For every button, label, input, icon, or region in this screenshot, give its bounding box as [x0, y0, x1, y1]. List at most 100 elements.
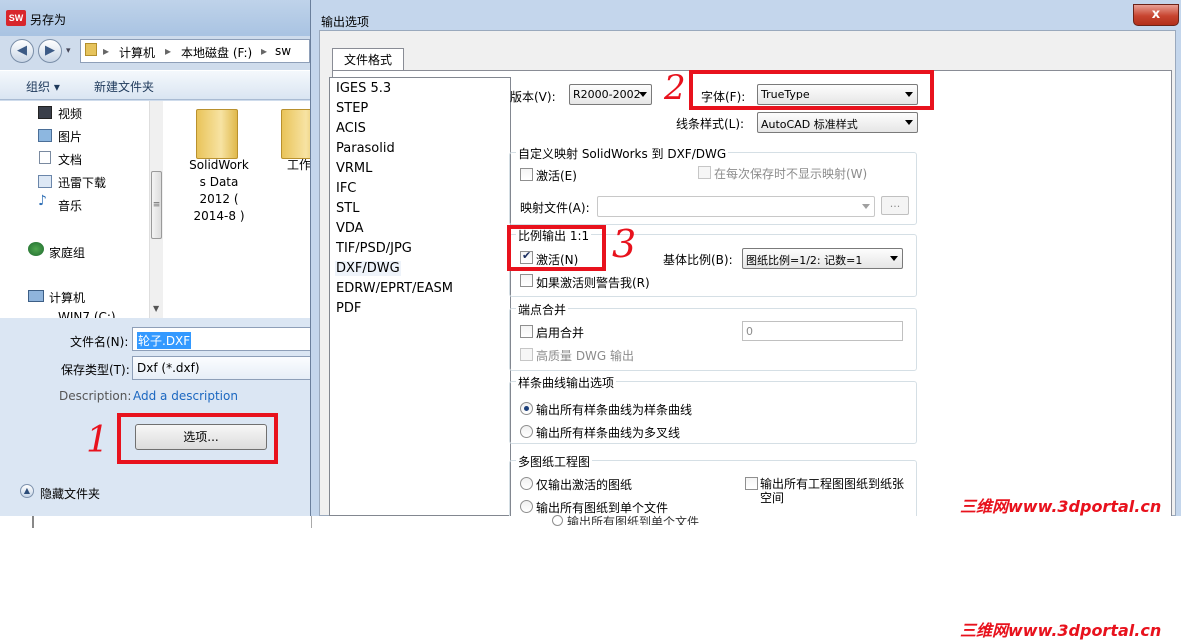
custom-map-activate-checkbox[interactable] — [520, 168, 533, 181]
base-scale-value: 图纸比例=1/2: 记数=1 — [746, 254, 863, 267]
nav-scrollbar[interactable]: ≡ ▼ — [149, 101, 163, 318]
no-show-map-checkbox[interactable] — [698, 166, 711, 179]
history-dropdown-icon[interactable]: ▾ — [66, 46, 71, 56]
format-item[interactable]: EDRW/EPRT/EASM — [336, 281, 453, 296]
documents-icon — [39, 151, 51, 164]
format-item-selected[interactable]: DXF/DWG — [335, 261, 401, 276]
hide-folders-link[interactable]: 隐藏文件夹 — [40, 485, 100, 502]
format-item[interactable]: Parasolid — [336, 141, 395, 156]
file-name-label: 文件名(N): — [70, 335, 129, 349]
merge-distance-input[interactable]: 0 — [742, 321, 903, 341]
dropdown-arrow-icon — [862, 204, 870, 209]
annotation-box-options — [117, 413, 278, 464]
breadcrumb-sep-icon: ▸ — [103, 44, 110, 58]
nav-item-videos[interactable]: 视频 — [58, 105, 82, 122]
dropdown-arrow-icon — [890, 256, 898, 261]
base-scale-select[interactable]: 图纸比例=1/2: 记数=1 — [742, 248, 903, 269]
folder-label-solidworks-line3[interactable]: 2012 ( — [185, 191, 253, 208]
hq-dwg-checkbox[interactable] — [520, 348, 533, 361]
ghost-radio — [552, 515, 563, 526]
save-type-select[interactable]: Dxf (*.dxf) — [132, 356, 315, 380]
all-sheets-single-file-radio[interactable] — [520, 500, 533, 513]
spline-as-spline-radio[interactable] — [520, 402, 533, 415]
linestyle-value: AutoCAD 标准样式 — [761, 118, 858, 131]
no-show-map-label: 在每次保存时不显示映射(W) — [714, 167, 868, 181]
folder-label-solidworks-line4[interactable]: 2014-8 ) — [185, 208, 253, 225]
computer-icon — [28, 290, 44, 302]
format-item[interactable]: STL — [336, 201, 359, 216]
file-toolbar: 组织 ▾ 新建文件夹 — [0, 70, 315, 100]
nav-item-drive-c[interactable]: WIN7 (C:) — [58, 310, 116, 318]
format-item[interactable]: PDF — [336, 301, 361, 316]
base-scale-label: 基体比例(B): — [663, 253, 733, 267]
music-icon: ♪ — [38, 193, 47, 209]
warn-checkbox[interactable] — [520, 274, 533, 287]
nav-item-homegroup[interactable]: 家庭组 — [49, 244, 85, 261]
scroll-down-icon[interactable]: ▼ — [153, 304, 159, 313]
back-arrow-icon[interactable]: ◀ — [10, 39, 34, 63]
version-value: R2000-2002 — [573, 88, 641, 101]
hq-dwg-label: 高质量 DWG 输出 — [536, 349, 635, 363]
collapse-up-icon[interactable]: ▲ — [20, 484, 34, 498]
file-name-value[interactable]: 轮子.DXF — [137, 332, 192, 349]
linestyle-select[interactable]: AutoCAD 标准样式 — [757, 112, 918, 133]
format-item[interactable]: VDA — [336, 221, 364, 236]
breadcrumb-drive[interactable]: 本地磁盘 (F:) — [181, 44, 252, 61]
file-name-input[interactable]: 轮子.DXF — [132, 327, 315, 351]
nav-item-pictures[interactable]: 图片 — [58, 128, 82, 145]
enable-merge-checkbox[interactable] — [520, 325, 533, 338]
organize-menu[interactable]: 组织 ▾ — [26, 78, 60, 95]
save-as-titlebar: SW 另存为 — [0, 0, 315, 36]
active-sheet-only-radio[interactable] — [520, 477, 533, 490]
spline-as-polyline-radio[interactable] — [520, 425, 533, 438]
folder-label-solidworks-line2[interactable]: s Data — [185, 174, 253, 191]
address-bar[interactable]: ▸ 计算机 ▸ 本地磁盘 (F:) ▸ sw — [80, 39, 310, 63]
save-as-title: 另存为 — [30, 13, 67, 27]
save-type-label: 保存类型(T): — [61, 363, 130, 377]
warn-label: 如果激活则警告我(R) — [536, 276, 650, 290]
watermark: 三维网www.3dportal.cn — [960, 621, 1162, 640]
browse-button[interactable]: ... — [881, 196, 909, 215]
folder-icon[interactable] — [196, 109, 238, 159]
folder-label-work[interactable]: 工作 — [287, 157, 311, 174]
paper-space-checkbox[interactable] — [745, 477, 758, 490]
close-button[interactable]: x — [1133, 4, 1179, 26]
pictures-icon — [38, 129, 52, 142]
format-item[interactable]: IGES 5.3 — [336, 81, 391, 96]
version-select[interactable]: R2000-2002 — [569, 84, 652, 105]
format-item[interactable]: VRML — [336, 161, 372, 176]
map-file-select[interactable] — [597, 196, 875, 217]
address-row: ◀ ▶ ▾ ▸ 计算机 ▸ 本地磁盘 (F:) ▸ sw — [0, 36, 315, 66]
nav-item-downloads[interactable]: 迅雷下载 — [58, 174, 106, 191]
save-type-value: Dxf (*.dxf) — [137, 361, 200, 375]
annotation-box-font — [689, 70, 934, 110]
breadcrumb-computer[interactable]: 计算机 — [119, 44, 155, 61]
watermark: 三维网www.3dportal.cn — [960, 497, 1162, 516]
paper-space-label-line2: 空间 — [760, 491, 785, 505]
dropdown-arrow-icon — [905, 120, 913, 125]
description-label: Description: — [59, 389, 132, 403]
folder-label-solidworks-line1[interactable]: SolidWork — [185, 157, 253, 174]
version-label: 版本(V): — [510, 90, 556, 104]
multi-sheet-title: 多图纸工程图 — [516, 453, 593, 470]
breadcrumb-folder[interactable]: sw — [275, 44, 291, 58]
format-item[interactable]: TIF/PSD/JPG — [336, 241, 412, 256]
nav-item-music[interactable]: 音乐 — [58, 197, 82, 214]
add-description-link[interactable]: Add a description — [133, 389, 238, 403]
custom-map-title: 自定义映射 SolidWorks 到 DXF/DWG — [516, 145, 729, 162]
new-folder-button[interactable]: 新建文件夹 — [94, 78, 154, 95]
nav-scrollbar-thumb[interactable]: ≡ — [151, 171, 162, 239]
tab-file-format[interactable]: 文件格式 — [332, 48, 404, 71]
dropdown-arrow-icon — [639, 92, 647, 97]
nav-item-computer[interactable]: 计算机 — [49, 289, 85, 306]
annotation-box-scale — [507, 225, 606, 271]
forward-arrow-icon[interactable]: ▶ — [38, 39, 62, 63]
format-item[interactable]: ACIS — [336, 121, 366, 136]
nav-item-documents[interactable]: 文档 — [58, 151, 82, 168]
spline-as-spline-label: 输出所有样条曲线为样条曲线 — [536, 403, 693, 417]
video-icon — [38, 106, 52, 119]
format-item[interactable]: IFC — [336, 181, 356, 196]
format-item[interactable]: STEP — [336, 101, 368, 116]
navigation-pane: 视频 图片 文档 迅雷下载 ♪ 音乐 家庭组 计算机 WIN7 (C:) ≡ ▼ — [0, 101, 163, 318]
custom-map-activate-label: 激活(E) — [536, 169, 577, 183]
